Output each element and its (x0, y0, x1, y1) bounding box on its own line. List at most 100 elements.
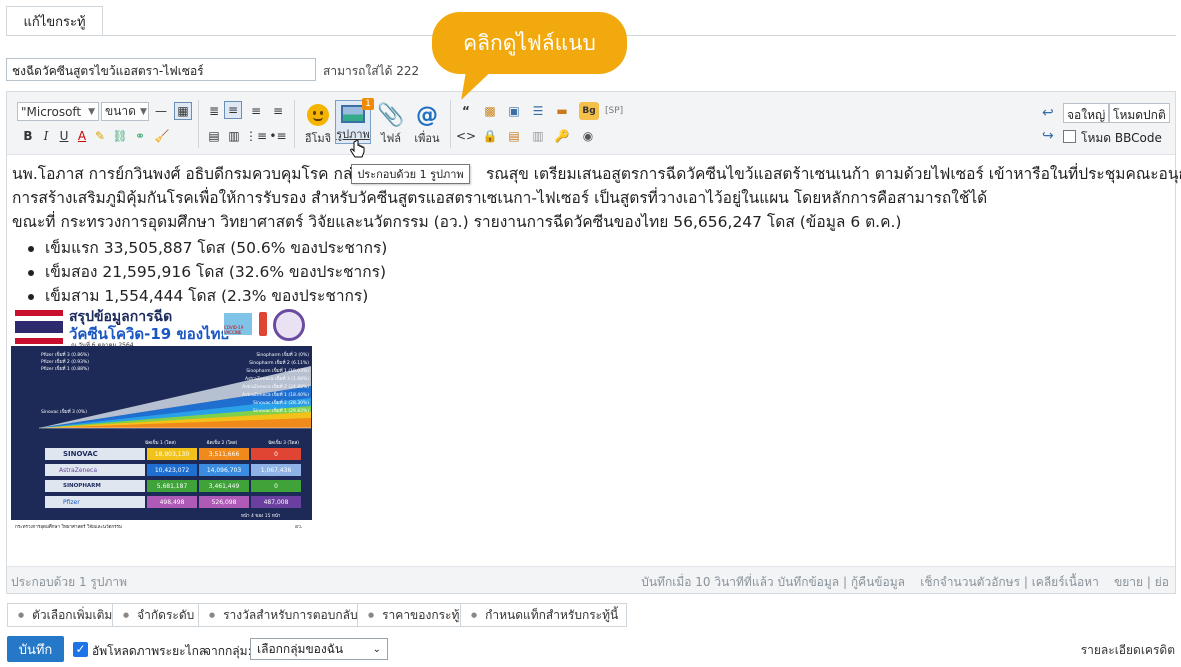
editor-statusbar: ประกอบด้วย 1 รูปภาพ บันทึกเมื่อ 10 วินาท… (7, 566, 1175, 593)
chevron-down-icon: ⌄ (372, 643, 381, 655)
sp-tag-icon[interactable]: [SP] (605, 106, 623, 116)
editor-content[interactable]: นพ.โอภาส การย์กวินพงศ์ อธิบดีกรมควบคุมโร… (12, 162, 1181, 308)
font-color-icon[interactable]: A (73, 127, 91, 145)
clear-format-icon[interactable]: 🧹 (153, 127, 171, 145)
more-options-button[interactable]: ● ตัวเลือกเพิ่มเติม (7, 603, 122, 627)
dot-icon: ● (471, 611, 478, 619)
right-series-labels: Sinopharm เข็มที่ 3 (0%) Sinopharm เข็มที… (242, 353, 309, 414)
toolbar-separator (294, 100, 295, 148)
info-cell: 487,008 (251, 496, 301, 508)
pfizer-row-label: Pfizer (45, 496, 145, 508)
thai-flag-icon (15, 310, 63, 344)
ministry-seal-icon (273, 309, 305, 341)
redo-icon[interactable]: ↪ (1042, 128, 1054, 144)
italic-icon[interactable]: I (37, 127, 55, 145)
font-size-select[interactable]: ขนาด ▼ (101, 102, 149, 121)
float-left-icon[interactable]: ▤ (205, 127, 223, 145)
globe-icon[interactable]: ◉ (579, 127, 597, 145)
file-button[interactable]: 📎 ไฟล์ (375, 102, 407, 147)
chevron-down-icon: ▼ (88, 106, 95, 117)
info-footer-org: กระทรวงการอุดมศึกษา วิทยาศาสตร์ วิจัยและ… (15, 525, 122, 530)
ordered-list-icon[interactable]: ⋮≡ (245, 127, 267, 145)
group-select[interactable]: เลือกกลุ่มของฉัน ⌄ (250, 638, 388, 660)
horizontal-rule-icon[interactable]: — (152, 102, 170, 120)
statusbar-actions[interactable]: บันทึกเมื่อ 10 วินาทีที่แล้ว บันทึกข้อมู… (641, 573, 1169, 592)
lock-icon[interactable]: 🔒 (481, 127, 499, 145)
title-char-hint: สามารถใส่ได้ 222 (323, 64, 420, 78)
password-icon[interactable]: ▩ (481, 102, 499, 120)
vaccine-badge: COVID-19 VACCINE (223, 312, 253, 336)
key-icon[interactable]: 🔑 (553, 127, 571, 145)
float-right-icon[interactable]: ▥ (225, 127, 243, 145)
paperclip-icon: 📎 (377, 102, 405, 128)
credit-details-link[interactable]: รายละเอียดเครดิต (1081, 641, 1175, 660)
table-icon[interactable]: ▦ (174, 102, 192, 120)
align-right-icon[interactable]: ≡ (269, 102, 287, 120)
bg-color-icon[interactable]: Bg (579, 102, 599, 120)
info-cell: 1,067,436 (251, 464, 301, 476)
info-table-header: ฉีดเข็ม 1 (โดส) ฉีดเข็ม 2 (โดส) ฉีดเข็ม 3 … (145, 441, 299, 446)
list-item: เข็มสาม 1,554,444 โดส (2.3% ของประชากร) (28, 284, 1172, 308)
tab-edit-thread[interactable]: แก้ไขกระทู้ (6, 6, 103, 36)
unordered-list-icon[interactable]: •≡ (269, 127, 287, 145)
info-footer-right: อว. (295, 524, 303, 530)
dot-icon: ● (209, 611, 216, 619)
info-cell: 5,681,187 (147, 480, 197, 492)
from-group-label: จากกลุ่ม: (204, 644, 252, 658)
mention-label: เพื่อน (414, 132, 440, 145)
download-icon[interactable]: ▤ (505, 127, 523, 145)
free-icon[interactable]: ▥ (529, 127, 547, 145)
emoji-button[interactable]: อีโมจิ (301, 102, 335, 147)
at-icon: @ (416, 102, 438, 128)
fullscreen-button[interactable]: จอใหญ่ (1063, 103, 1110, 123)
chevron-down-icon: ▼ (139, 106, 147, 117)
callout-bubble: คลิกดูไฟล์แนบ (432, 12, 627, 74)
editor-toolbar: "Microsoft ▼ ขนาด ▼ — ▦ B I U A ✎ ⛓ ⚭ 🧹 ≣ … (7, 92, 1175, 155)
code-icon[interactable]: <> (456, 127, 476, 145)
align-justify-icon[interactable]: ≣ (205, 102, 223, 120)
file-label: ไฟล์ (380, 132, 402, 145)
info-cell: 0 (251, 480, 301, 492)
unlink-icon[interactable]: ⚭ (131, 127, 149, 145)
content-list: เข็มแรก 33,505,887 โดส (50.6% ของประชากร… (28, 236, 1172, 308)
mention-button[interactable]: @ เพื่อน (410, 102, 444, 147)
image-tooltip: ประกอบด้วย 1 รูปภาพ (351, 164, 470, 184)
smiley-icon (305, 102, 331, 128)
statusbar-image-count: ประกอบด้วย 1 รูปภาพ (11, 575, 128, 589)
astrazeneca-row-label: AstraZeneca (45, 464, 145, 476)
media-icon[interactable]: ▬ (553, 102, 571, 120)
thread-tags-button[interactable]: ● กำหนดแท็กสำหรับกระทู้นี้ (460, 603, 628, 627)
align-center-icon[interactable]: ≡ (247, 102, 265, 120)
hide-icon[interactable]: ▣ (505, 102, 523, 120)
vaccine-infographic-image: สรุปข้อมูลการฉีด วัคซีนโควิด-19 ของไทย ณ… (11, 306, 312, 536)
link-icon[interactable]: ⛓ (111, 127, 129, 145)
remote-upload-checkbox[interactable]: ✓ (73, 642, 88, 657)
normal-mode-button[interactable]: โหมดปกติ (1109, 103, 1170, 123)
reply-reward-button[interactable]: ● รางวัลสำหรับการตอบกลับ (198, 603, 367, 627)
flash-icon[interactable]: ☰ (529, 102, 547, 120)
content-paragraph: นพ.โอภาส การย์กวินพงศ์ อธิบดีกรมควบคุมโร… (12, 165, 1181, 183)
dot-icon: ● (18, 611, 25, 619)
dot-icon: ● (368, 611, 375, 619)
bbcode-label: โหมด BBCode (1081, 131, 1162, 145)
thread-price-button[interactable]: ● ราคาของกระทู้ (357, 603, 469, 627)
restrict-level-button[interactable]: ● จำกัดระดับ (112, 603, 204, 627)
list-item: เข็มแรก 33,505,887 โดส (50.6% ของประชากร… (28, 236, 1172, 260)
info-cell: 3,461,449 (199, 480, 249, 492)
font-family-select[interactable]: "Microsoft ▼ (17, 102, 99, 121)
sinopharm-row-label: SINOPHARM (45, 480, 145, 492)
highlight-icon[interactable]: ✎ (91, 127, 109, 145)
undo-icon[interactable]: ↩ (1042, 105, 1054, 121)
align-left-icon[interactable]: ≡ (224, 101, 242, 119)
thread-title-input[interactable]: ชงฉีดวัคซีนสูตรไขว้แอสตรา-ไฟเซอร์ (6, 58, 316, 81)
underline-icon[interactable]: U (55, 127, 73, 145)
bold-icon[interactable]: B (19, 127, 37, 145)
emoji-label: อีโมจิ (304, 132, 332, 145)
quote-icon[interactable]: “ (457, 102, 475, 120)
sinovac-3-label: Sinovac เข็มที่ 3 (0%) (41, 410, 87, 415)
bbcode-checkbox[interactable] (1063, 130, 1076, 143)
remote-upload-label: อัพโหลดภาพระยะไกล (92, 644, 207, 658)
save-button[interactable]: บันทึก (7, 636, 64, 662)
content-paragraph: การสร้างเสริมภูมิคุ้มกันโรคเพื่อให้การรั… (12, 189, 988, 207)
list-item: เข็มสอง 21,595,916 โดส (32.6% ของประชากร… (28, 260, 1172, 284)
